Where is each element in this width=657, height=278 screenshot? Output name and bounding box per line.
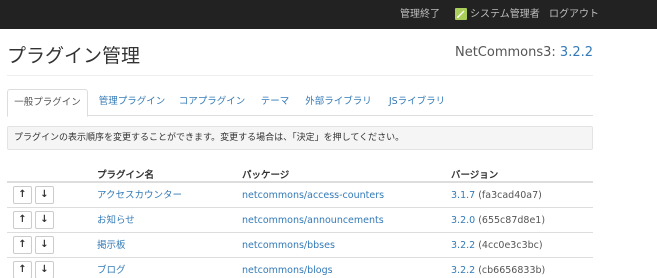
info-message: プラグインの表示順序を変更することができます。変更する場合は、「決定」を押してく… bbox=[7, 126, 593, 150]
move-up-button[interactable]: ↑ bbox=[13, 236, 32, 254]
version-number[interactable]: 3.2.2 bbox=[451, 265, 475, 276]
column-header-version: バージョン bbox=[451, 170, 499, 181]
column-header-package: パッケージ bbox=[242, 170, 290, 181]
column-header-plugin-name: プラグイン名 bbox=[97, 170, 155, 181]
user-avatar-icon bbox=[455, 8, 467, 20]
title-divider bbox=[7, 75, 593, 76]
move-up-button[interactable]: ↑ bbox=[13, 186, 32, 204]
package-link[interactable]: netcommons/access-counters bbox=[242, 183, 384, 208]
commit-hash: (cb6656833b) bbox=[478, 265, 546, 276]
move-down-button[interactable]: ↓ bbox=[35, 236, 54, 254]
commit-hash: (655c87d8e1) bbox=[478, 215, 546, 226]
logout-link[interactable]: ログアウト bbox=[549, 0, 599, 29]
plugin-type-tabs: 一般プラグイン 管理プラグイン コアプラグイン テーマ 外部ライブラリ JSライ… bbox=[7, 89, 593, 117]
version-link[interactable]: 3.2.2 (4cc0e3c3bc) bbox=[451, 233, 543, 258]
netcommons-version: NetCommons3: 3.2.2 bbox=[455, 45, 593, 60]
move-down-button[interactable]: ↓ bbox=[35, 186, 54, 204]
tab-js-libraries[interactable]: JSライブラリ bbox=[381, 89, 453, 116]
version-number[interactable]: 3.2.0 bbox=[451, 215, 475, 226]
table-row: ↑ ↓ アクセスカウンター netcommons/access-counters… bbox=[7, 183, 593, 208]
tab-themes[interactable]: テーマ bbox=[255, 89, 295, 116]
move-down-button[interactable]: ↓ bbox=[35, 211, 54, 229]
version-number[interactable]: 3.2.2 bbox=[451, 240, 475, 251]
move-down-button[interactable]: ↓ bbox=[35, 261, 54, 278]
plugin-name-link[interactable]: お知らせ bbox=[97, 208, 135, 233]
tab-general-plugins[interactable]: 一般プラグイン bbox=[7, 89, 88, 117]
version-link[interactable]: 3.1.7 (fa3cad40a7) bbox=[451, 183, 542, 208]
move-up-button[interactable]: ↑ bbox=[13, 261, 32, 278]
package-link[interactable]: netcommons/bbses bbox=[242, 233, 335, 258]
table-row: ↑ ↓ お知らせ netcommons/announcements 3.2.0 … bbox=[7, 208, 593, 233]
netcommons-label: NetCommons3: bbox=[454, 45, 556, 60]
version-link[interactable]: 3.2.2 (cb6656833b) bbox=[451, 258, 545, 278]
plugin-name-link[interactable]: アクセスカウンター bbox=[97, 183, 182, 208]
tab-external-libraries[interactable]: 外部ライブラリ bbox=[300, 89, 377, 116]
tab-admin-plugins[interactable]: 管理プラグイン bbox=[93, 89, 171, 116]
table-row: ↑ ↓ 掲示板 netcommons/bbses 3.2.2 (4cc0e3c3… bbox=[7, 233, 593, 258]
move-up-button[interactable]: ↑ bbox=[13, 211, 32, 229]
exit-admin-link[interactable]: 管理終了 bbox=[400, 0, 440, 29]
package-link[interactable]: netcommons/blogs bbox=[242, 258, 333, 278]
plugin-name-link[interactable]: 掲示板 bbox=[97, 233, 126, 258]
commit-hash: (4cc0e3c3bc) bbox=[478, 240, 543, 251]
table-row: ↑ ↓ ブログ netcommons/blogs 3.2.2 (cb665683… bbox=[7, 258, 593, 278]
page-title: プラグイン管理 bbox=[7, 45, 141, 67]
version-link[interactable]: 3.2.0 (655c87d8e1) bbox=[451, 208, 545, 233]
commit-hash: (fa3cad40a7) bbox=[478, 190, 542, 201]
tab-core-plugins[interactable]: コアプラグイン bbox=[173, 89, 251, 116]
user-menu-link[interactable]: システム管理者 bbox=[470, 0, 540, 29]
netcommons-version-link[interactable]: 3.2.2 bbox=[560, 45, 593, 60]
package-link[interactable]: netcommons/announcements bbox=[242, 208, 384, 233]
version-number[interactable]: 3.1.7 bbox=[451, 190, 475, 201]
top-navbar: 管理終了 システム管理者 ログアウト bbox=[0, 0, 657, 29]
plugin-name-link[interactable]: ブログ bbox=[97, 258, 126, 278]
